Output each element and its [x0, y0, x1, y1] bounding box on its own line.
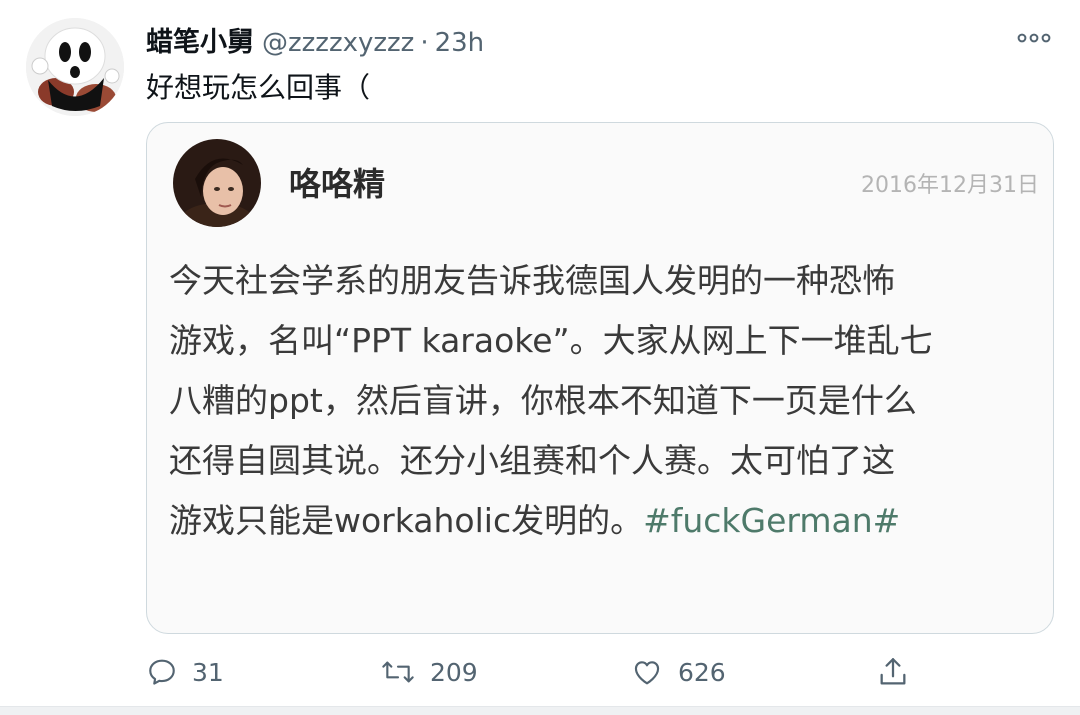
quoted-post-image[interactable]: 咯咯精 2016年12月31日 今天社会学系的朋友告诉我德国人发明的一种恐怖 游…: [146, 122, 1054, 634]
quoted-line: 还得自圆其说。还分小组赛和个人赛。太可怕了这: [169, 441, 895, 480]
portrait-avatar-image: [173, 139, 261, 227]
more-icon: [1017, 33, 1051, 43]
retweet-icon: [382, 661, 414, 683]
quoted-date: 2016年12月31日: [861, 173, 1039, 198]
quoted-last-line: 游戏只能是workaholic发明的。#fuckGerman#: [169, 491, 1039, 551]
separator: ·: [420, 28, 429, 58]
quoted-line: 游戏，名叫“PPT karaoke”。大家从网上下一堆乱七: [169, 321, 933, 360]
user-handle[interactable]: @zzzzxyzzz: [262, 28, 414, 58]
heart-icon: [634, 661, 660, 685]
quoted-avatar: [173, 139, 261, 227]
quoted-last-line-text: 游戏只能是workaholic发明的。: [169, 501, 644, 540]
like-button[interactable]: 626: [630, 650, 726, 694]
retweet-count: 209: [430, 657, 478, 687]
action-bar: 31 209 626: [146, 650, 926, 694]
tweet-text: 好想玩怎么回事（: [146, 71, 371, 104]
divider: [0, 706, 1080, 715]
share-button[interactable]: [876, 650, 910, 694]
display-name[interactable]: 蜡笔小舅: [146, 20, 254, 59]
hashtag: #fuckGerman#: [643, 501, 901, 540]
avatar[interactable]: [26, 18, 124, 116]
reply-count: 31: [192, 657, 224, 687]
like-count: 626: [678, 657, 726, 687]
tweet: 蜡笔小舅 @zzzzxyzzz · 23h 好想玩怎么回事（ 咯咯精 2016年…: [0, 0, 1080, 715]
shy-guy-avatar-image: [26, 18, 124, 116]
tweet-header: 蜡笔小舅 @zzzzxyzzz · 23h: [146, 20, 484, 60]
quoted-line: 八糟的ppt，然后盲讲，你根本不知道下一页是什么: [169, 381, 917, 420]
quoted-line: 今天社会学系的朋友告诉我德国人发明的一种恐怖: [169, 261, 895, 300]
quoted-author-name: 咯咯精: [289, 165, 386, 203]
timestamp[interactable]: 23h: [435, 28, 485, 58]
quoted-body: 今天社会学系的朋友告诉我德国人发明的一种恐怖 游戏，名叫“PPT karaoke…: [169, 251, 1039, 551]
reply-button[interactable]: 31: [146, 650, 224, 694]
reply-icon: [149, 659, 175, 685]
share-icon: [880, 658, 906, 685]
retweet-button[interactable]: 209: [380, 650, 478, 694]
more-button[interactable]: [1014, 24, 1054, 52]
